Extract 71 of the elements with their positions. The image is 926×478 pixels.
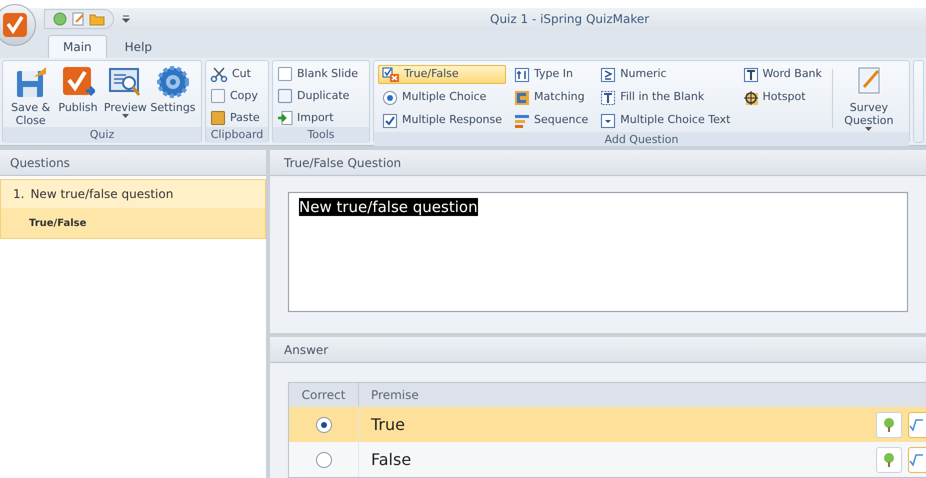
question-type-button[interactable]: Hotspot — [738, 88, 826, 107]
column-header: Premise — [370, 387, 420, 404]
ribbon-button[interactable]: Blank Slide — [277, 65, 358, 83]
group-label: Tools — [273, 127, 369, 143]
question-title: New true/false question — [30, 186, 174, 203]
ribbon-button[interactable]: Publish — [54, 65, 102, 127]
question-type-button[interactable]: Matching — [510, 88, 592, 107]
group-label: Quiz — [3, 127, 201, 143]
ribbon-button[interactable]: Duplicate — [277, 87, 358, 105]
matching-icon — [514, 90, 530, 106]
tree-icon — [882, 452, 896, 468]
question-type-button[interactable]: Fill in the Blank — [596, 88, 734, 107]
ribbon-button[interactable]: Cut — [210, 65, 260, 83]
crosshair-icon — [742, 90, 758, 106]
correct-radio[interactable] — [316, 452, 332, 468]
checkbox-icon — [382, 112, 398, 128]
ribbon-button[interactable]: Settings — [148, 65, 197, 127]
checkbox-cross-icon — [382, 66, 400, 82]
question-type: True/False — [28, 216, 88, 230]
tree-icon — [882, 416, 896, 432]
survey-question-button[interactable]: Survey Question — [836, 65, 901, 132]
ribbon-button[interactable]: Import — [277, 109, 358, 127]
question-type-button[interactable]: Multiple Response — [378, 111, 506, 130]
edit-page-icon — [71, 12, 85, 26]
ribbon-button[interactable]: Save & Close — [7, 65, 54, 127]
formula-button[interactable] — [908, 446, 926, 472]
question-type-button[interactable]: True/False — [378, 65, 506, 84]
magnifier-window-icon — [108, 65, 142, 99]
caret-icon — [122, 15, 130, 23]
ribbon-button[interactable]: Preview — [102, 65, 149, 127]
letter-box-icon — [600, 90, 616, 106]
folder-icon — [89, 12, 105, 26]
answer-row[interactable]: False — [289, 442, 926, 477]
correct-radio[interactable] — [316, 416, 332, 432]
ribbon-tab[interactable]: Help — [110, 35, 166, 58]
gear-icon — [156, 65, 190, 99]
page-icon — [277, 66, 293, 82]
radio-icon — [382, 90, 398, 106]
question-type-button[interactable]: Type In — [510, 65, 592, 84]
question-type-button[interactable]: Sequence — [510, 111, 592, 130]
greater-equal-icon — [600, 66, 616, 82]
question-number: 1. — [13, 186, 24, 203]
scissors-icon — [210, 66, 228, 82]
dropdown-icon — [600, 112, 616, 128]
app-logo-icon[interactable] — [0, 4, 36, 46]
ribbon-button[interactable]: Paste — [210, 109, 260, 127]
square-root-icon — [909, 452, 923, 466]
question-type-button[interactable]: Multiple Choice Text — [596, 111, 734, 130]
question-text-field[interactable]: New true/false question — [288, 192, 908, 312]
panel-header: Questions — [0, 150, 266, 176]
picture-button[interactable] — [876, 446, 902, 472]
ribbon-button[interactable]: Copy — [210, 87, 260, 105]
checkmark-icon — [60, 65, 95, 99]
ribbon-tab[interactable]: Main — [48, 35, 107, 58]
question-type-button[interactable]: Numeric — [596, 65, 734, 84]
question-type-button[interactable]: Word Bank — [738, 65, 826, 84]
group-label: Clipboard — [206, 127, 268, 143]
picture-button[interactable] — [876, 412, 902, 438]
answer-row[interactable]: True — [289, 407, 926, 442]
orb-icon — [53, 12, 67, 26]
arrow-icon — [277, 110, 293, 126]
formula-button[interactable] — [908, 412, 926, 438]
square-root-icon — [909, 418, 923, 432]
letter-box-icon — [742, 66, 758, 82]
premise-text: True — [370, 414, 406, 436]
premise-text: False — [370, 448, 412, 470]
text-cursor-icon — [514, 66, 530, 82]
bars-icon — [514, 112, 530, 128]
window-title: Quiz 1 - iSpring QuizMaker — [490, 11, 650, 28]
question-type-button[interactable]: Multiple Choice — [378, 88, 506, 107]
question-list-item[interactable]: 1. New true/false question True/False — [0, 179, 266, 239]
